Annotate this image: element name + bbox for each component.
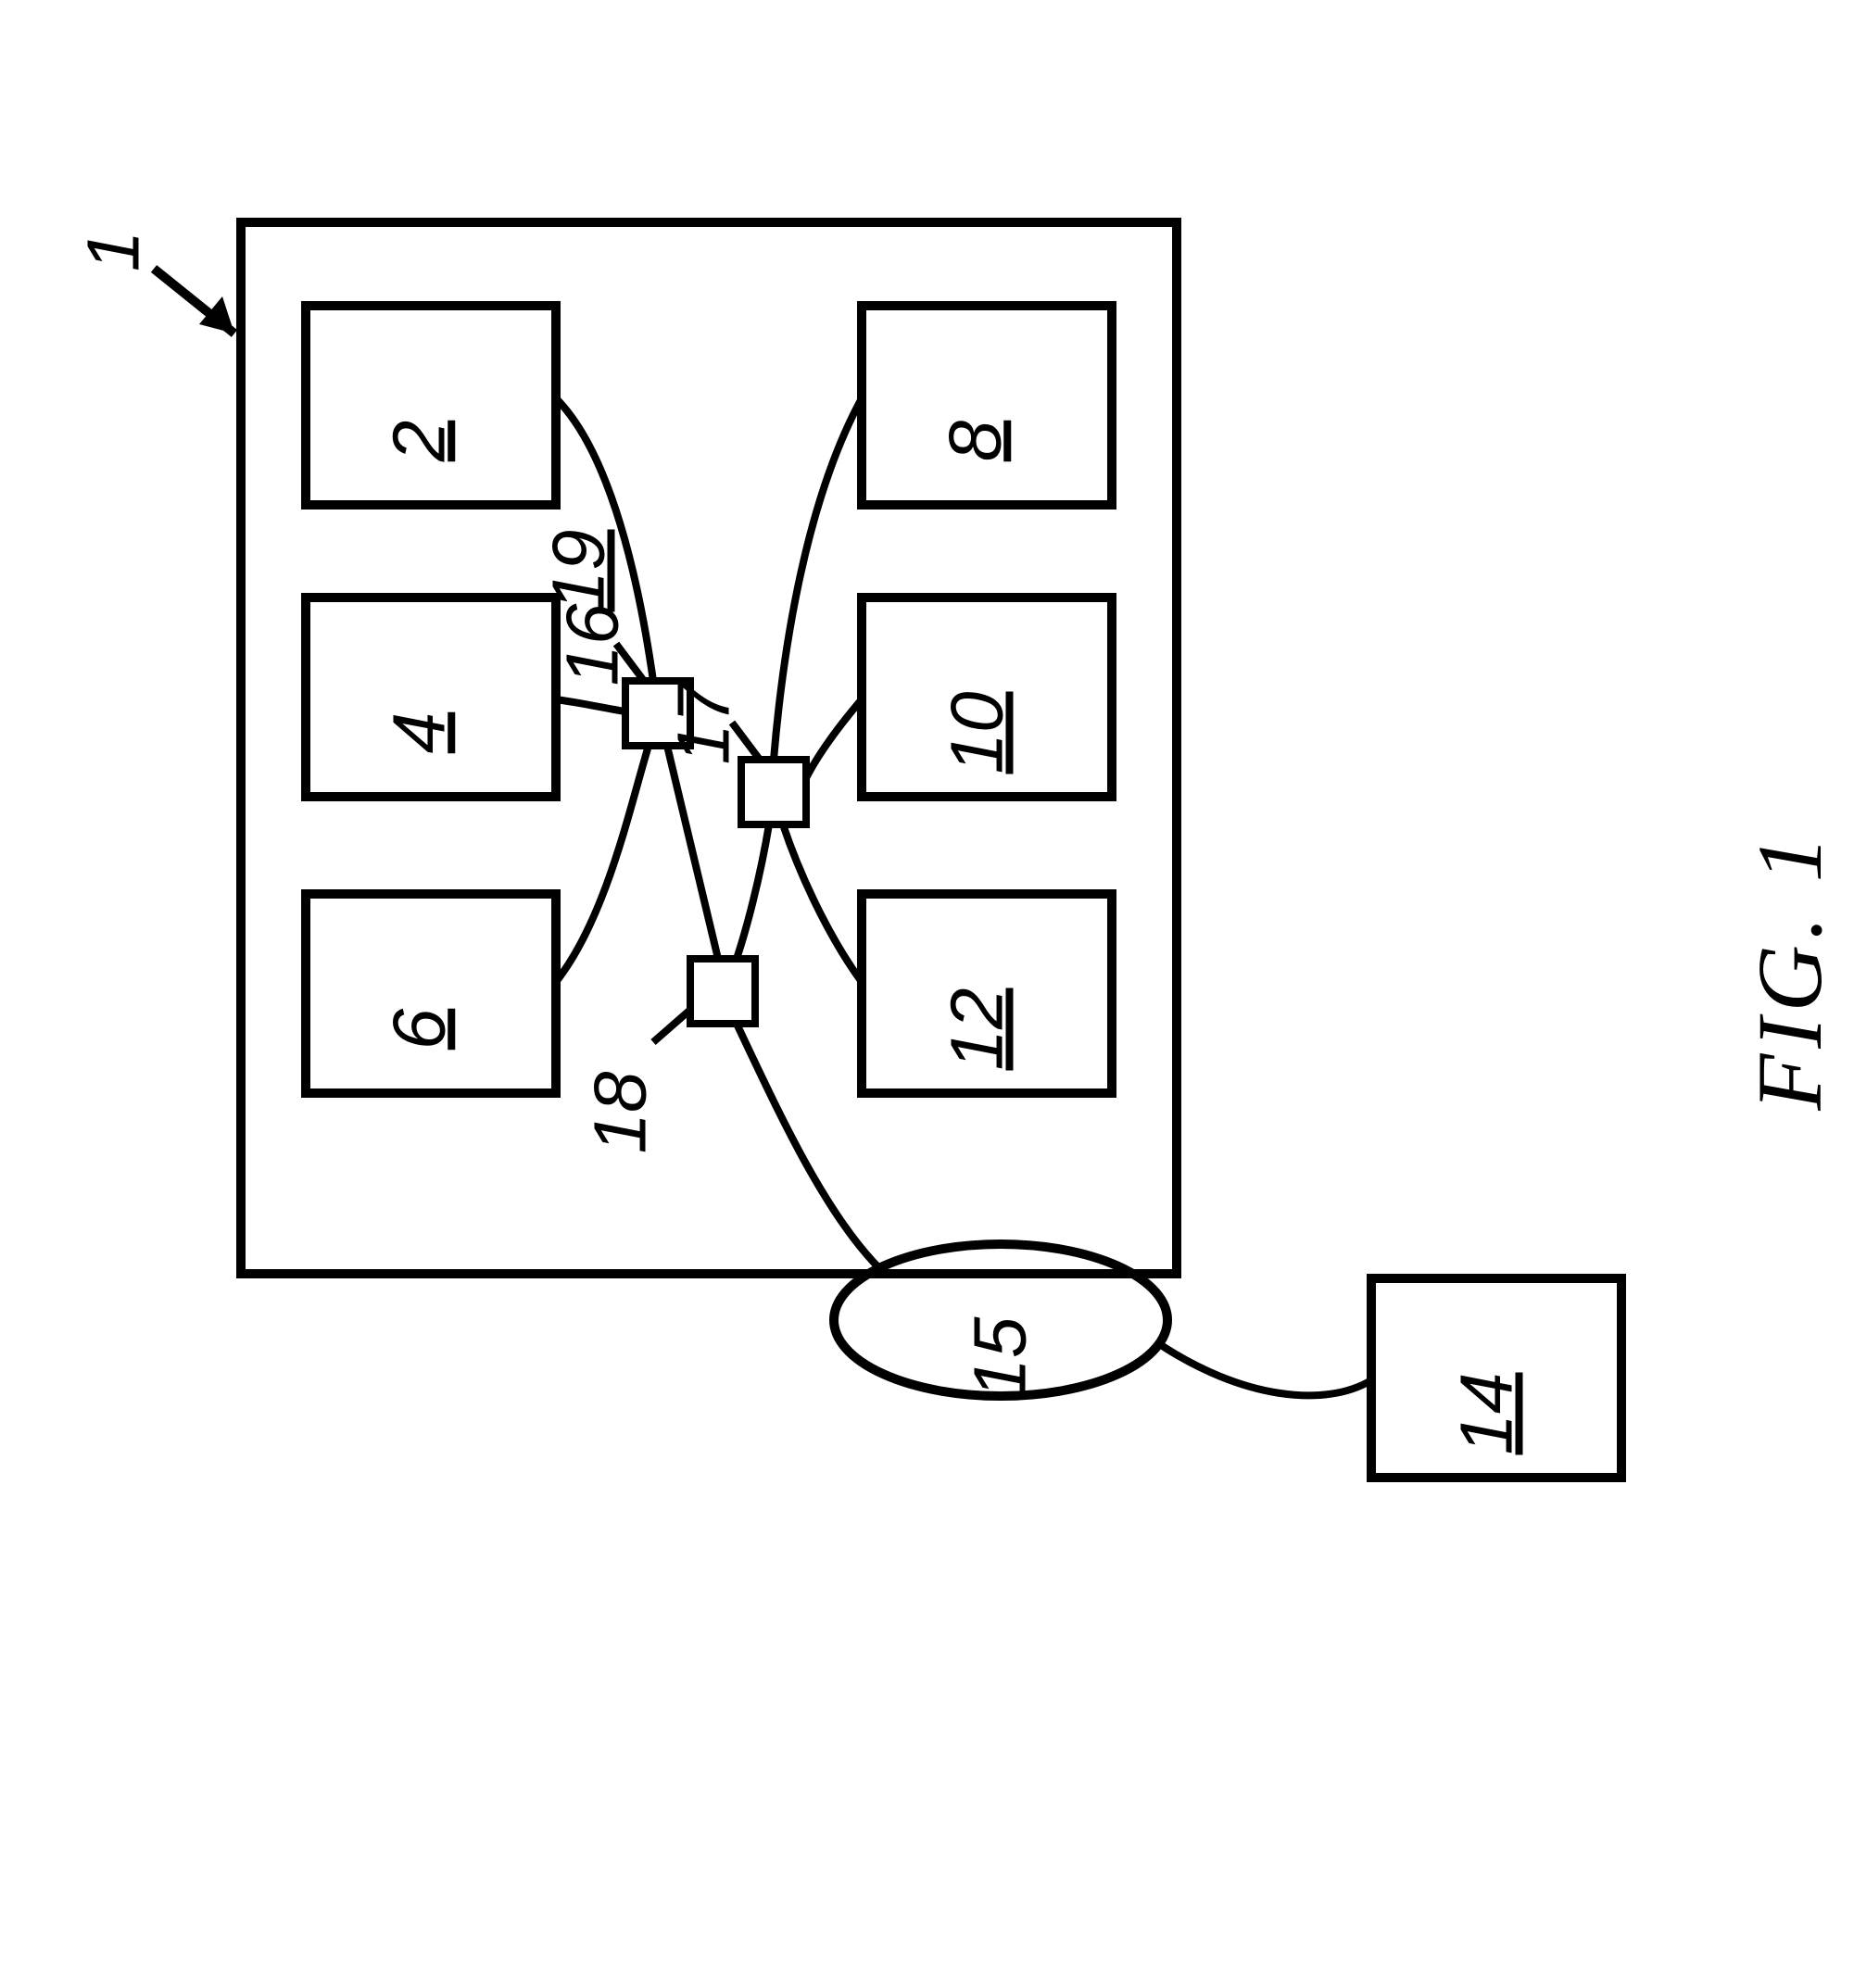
label-19: 19: [536, 530, 621, 612]
edge-10-17: [806, 699, 862, 778]
label-4: 4: [376, 712, 461, 754]
label-8: 8: [932, 421, 1017, 462]
edge-16-18: [667, 746, 718, 959]
node-17: [741, 760, 806, 824]
edge-6-16: [556, 746, 649, 982]
node-18: [690, 959, 755, 1024]
edge-4-16: [556, 699, 625, 711]
label-10: 10: [934, 692, 1019, 774]
label-16: 16: [549, 604, 635, 686]
label-18: 18: [577, 1072, 662, 1154]
label-2: 2: [376, 421, 461, 462]
label-17: 17: [661, 683, 746, 765]
label-6: 6: [376, 1009, 461, 1051]
box-8: [862, 306, 1112, 505]
edge-12-17: [783, 824, 862, 982]
label-12: 12: [934, 988, 1019, 1071]
label-15: 15: [957, 1317, 1042, 1400]
label-1: 1: [70, 231, 156, 272]
label-14: 14: [1444, 1373, 1529, 1455]
edge-17-18: [737, 824, 769, 959]
box-2: [306, 306, 556, 505]
box-4: [306, 598, 556, 797]
edge-15-14: [1158, 1343, 1371, 1395]
tick-18: [653, 1010, 690, 1042]
box-6: [306, 894, 556, 1093]
diagram-canvas: [0, 0, 1854, 1988]
figure-caption: FIG. 1: [1736, 830, 1843, 1111]
edge-8-17: [774, 398, 862, 760]
